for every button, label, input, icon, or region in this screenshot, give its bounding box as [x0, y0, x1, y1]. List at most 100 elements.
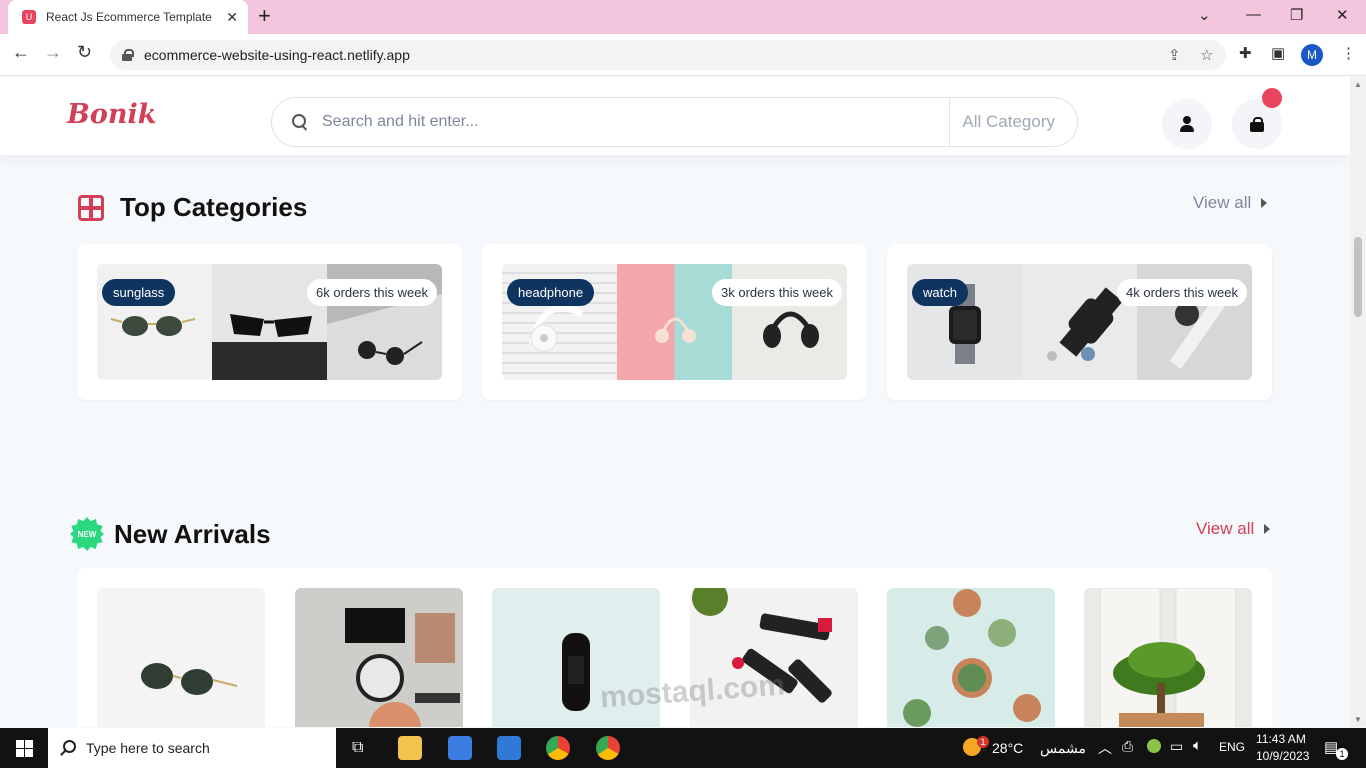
- mail-icon[interactable]: [497, 736, 521, 760]
- category-label: headphone: [507, 279, 595, 306]
- taskbar-search[interactable]: Type here to search: [48, 728, 336, 768]
- view-all-label: View all: [1193, 193, 1252, 212]
- more-menu-icon[interactable]: ⋮: [1341, 44, 1356, 62]
- browser-tab[interactable]: U React Js Ecommerce Template ✕: [8, 0, 248, 34]
- user-icon: [1179, 116, 1195, 132]
- scroll-thumb[interactable]: [1354, 237, 1362, 317]
- tab-close-icon[interactable]: ✕: [226, 9, 238, 26]
- section-title: Top Categories: [120, 192, 308, 222]
- microsoft-store-icon[interactable]: [448, 736, 472, 760]
- chrome-active-icon[interactable]: [596, 736, 620, 760]
- app-tray-icon[interactable]: [1147, 739, 1161, 753]
- new-badge-text: NEW: [77, 529, 97, 539]
- page-scrollbar[interactable]: ▲ ▼: [1350, 77, 1366, 727]
- view-all-arrivals-link[interactable]: View all: [1196, 519, 1271, 539]
- headphone-photo-2: [617, 264, 732, 380]
- forward-arrow-icon[interactable]: →: [44, 42, 62, 63]
- category-label: watch: [912, 279, 968, 306]
- weather-badge: 1: [977, 736, 989, 748]
- sunglass-photo-2: [212, 264, 327, 380]
- new-badge-icon: NEW: [70, 517, 104, 551]
- headphone-icon: [655, 317, 696, 343]
- arrival-item-bonsai[interactable]: [1084, 588, 1252, 727]
- close-window-button[interactable]: ✕: [1336, 6, 1349, 24]
- scroll-up-arrow-icon[interactable]: ▲: [1354, 80, 1362, 89]
- succulent-icon: [903, 589, 1041, 727]
- tab-search-chevron-icon[interactable]: ⌄: [1198, 6, 1211, 24]
- task-view-icon[interactable]: ⧉: [352, 739, 363, 757]
- bookmark-star-icon[interactable]: ☆: [1200, 46, 1213, 64]
- caret-right-icon: [1261, 198, 1268, 208]
- share-icon[interactable]: ⇪: [1168, 46, 1181, 64]
- search-icon: [292, 114, 308, 130]
- side-panel-icon[interactable]: ▣: [1271, 44, 1285, 62]
- watch-photo-2: [1022, 264, 1137, 380]
- restore-button[interactable]: ❐: [1290, 6, 1303, 24]
- url-text: ecommerce-website-using-react.netlify.ap…: [144, 47, 410, 63]
- weather-label[interactable]: مشمس: [1040, 740, 1086, 757]
- shopping-bag-icon: [1250, 116, 1264, 132]
- bonsai-icon: [1099, 588, 1237, 727]
- reload-icon[interactable]: ↻: [77, 42, 92, 63]
- windows-start-icon[interactable]: [16, 740, 33, 757]
- category-image: watch 4k orders this week: [907, 264, 1252, 380]
- section-title: New Arrivals: [114, 518, 271, 549]
- orders-badge: 6k orders this week: [307, 279, 437, 306]
- arrival-item-makeup[interactable]: [295, 588, 463, 727]
- taskbar-search-placeholder: Type here to search: [86, 740, 210, 756]
- clock-time[interactable]: 11:43 AM: [1256, 732, 1306, 746]
- search-bar: All Category: [271, 97, 1078, 147]
- category-image: sunglass 6k orders this week: [97, 264, 442, 380]
- new-tab-button[interactable]: +: [258, 5, 271, 27]
- scroll-down-arrow-icon[interactable]: ▼: [1354, 715, 1362, 724]
- lock-icon[interactable]: [122, 49, 134, 61]
- category-dropdown[interactable]: All Category: [949, 98, 1077, 146]
- windows-taskbar: Type here to search ⧉ 1 28°C مشمس ︿ ⎙ ▭ …: [0, 728, 1366, 768]
- top-categories-heading: Top Categories: [78, 192, 307, 223]
- search-icon: [60, 740, 76, 756]
- orders-badge: 3k orders this week: [712, 279, 842, 306]
- arrival-item-succulents[interactable]: [887, 588, 1055, 727]
- clock-date[interactable]: 10/9/2023: [1256, 749, 1309, 763]
- sunglasses-icon: [212, 314, 327, 380]
- address-bar[interactable]: ecommerce-website-using-react.netlify.ap…: [110, 40, 1226, 70]
- temperature[interactable]: 28°C: [992, 740, 1023, 756]
- category-image: headphone 3k orders this week: [502, 264, 847, 380]
- minimize-button[interactable]: —: [1246, 6, 1261, 23]
- network-icon[interactable]: ⎙: [1122, 738, 1133, 755]
- arrival-item-sunglasses[interactable]: [97, 588, 265, 727]
- category-card-sunglass[interactable]: sunglass 6k orders this week: [77, 244, 462, 400]
- account-button[interactable]: [1162, 99, 1212, 149]
- browser-toolbar: ← → ↻ ecommerce-website-using-react.netl…: [0, 34, 1366, 76]
- sunglasses-icon: [141, 663, 238, 695]
- chevron-up-icon[interactable]: ︿: [1098, 738, 1112, 758]
- watch-icon: [1047, 287, 1123, 361]
- caret-right-icon: [1264, 524, 1271, 534]
- profile-avatar[interactable]: M: [1301, 44, 1323, 66]
- page-viewport: Bonik All Category Top Categories View a…: [0, 77, 1350, 727]
- category-card-headphone[interactable]: headphone 3k orders this week: [482, 244, 867, 400]
- file-explorer-icon[interactable]: [398, 736, 422, 760]
- site-header: Bonik All Category: [0, 77, 1350, 155]
- view-all-label: View all: [1196, 519, 1255, 538]
- category-card-watch[interactable]: watch 4k orders this week: [887, 244, 1272, 400]
- orders-badge: 4k orders this week: [1117, 279, 1247, 306]
- browser-tab-strip: U React Js Ecommerce Template ✕ + ⌄ — ❐ …: [0, 0, 1366, 34]
- volume-icon[interactable]: 🔈︎: [1193, 737, 1202, 754]
- tab-title: React Js Ecommerce Template: [46, 10, 212, 24]
- view-all-categories-link[interactable]: View all: [1193, 193, 1268, 213]
- grid-icon: [78, 194, 104, 221]
- battery-icon[interactable]: ▭: [1170, 738, 1183, 755]
- search-input[interactable]: [322, 113, 950, 131]
- tab-favicon-icon: U: [22, 10, 36, 24]
- back-arrow-icon[interactable]: ←: [12, 42, 30, 63]
- cart-badge: [1262, 88, 1282, 108]
- makeup-icon: [345, 608, 460, 727]
- chrome-icon[interactable]: [546, 736, 570, 760]
- new-arrivals-heading: NEW New Arrivals: [70, 517, 271, 551]
- site-logo[interactable]: Bonik: [67, 99, 156, 130]
- category-label: sunglass: [102, 279, 176, 306]
- extensions-puzzle-icon[interactable]: ✚: [1239, 44, 1252, 62]
- language-indicator[interactable]: ENG: [1219, 740, 1245, 754]
- notification-count: 1: [1336, 748, 1348, 760]
